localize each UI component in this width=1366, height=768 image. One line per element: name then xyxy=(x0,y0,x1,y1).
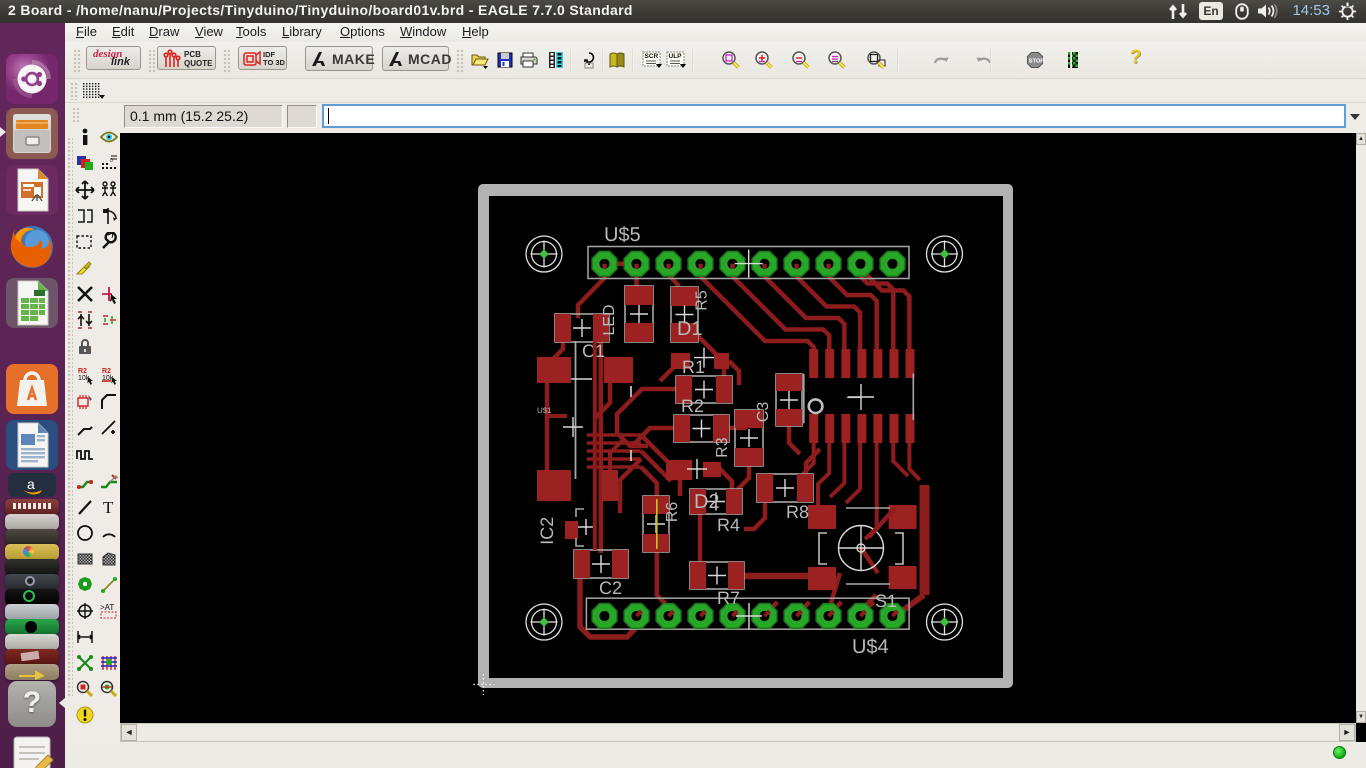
svg-text:R2: R2 xyxy=(102,368,111,375)
svg-text:ULP: ULP xyxy=(669,53,683,60)
svg-text:SCR: SCR xyxy=(645,53,659,60)
svg-text:a: a xyxy=(27,476,35,492)
svg-text:T: T xyxy=(103,498,114,517)
svg-text:>AT: >AT xyxy=(100,603,114,612)
svg-text:R2: R2 xyxy=(78,368,87,375)
svg-text:0: 0 xyxy=(110,158,113,164)
svg-text:STOP: STOP xyxy=(1029,59,1044,65)
